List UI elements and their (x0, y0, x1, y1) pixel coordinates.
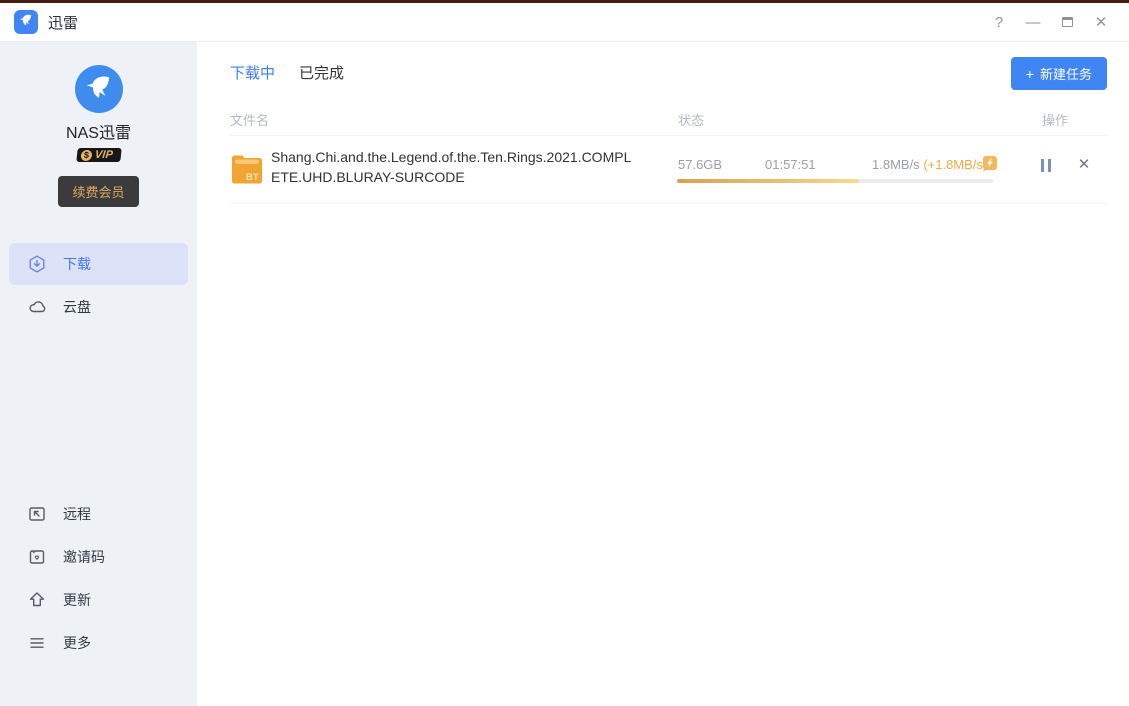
sidebar-item-label: 远程 (63, 504, 91, 524)
column-filename: 文件名 (230, 110, 269, 129)
progress-fill (677, 179, 859, 183)
sidebar-item-update[interactable]: 更新 (9, 579, 188, 621)
download-task-row[interactable]: BT Shang.Chi.and.the.Legend.of.the.Ten.R… (230, 136, 1107, 204)
vip-badge: $ VIP (76, 148, 121, 162)
task-size: 57.6GB (678, 157, 722, 172)
sidebar-item-label: 更多 (63, 633, 91, 653)
minimize-button[interactable]: — (1021, 10, 1045, 34)
close-button[interactable]: ✕ (1089, 10, 1113, 34)
xunlei-bird-icon (83, 71, 115, 108)
bt-folder-icon: BT (230, 152, 264, 193)
tab-downloading[interactable]: 下载中 (230, 62, 275, 83)
task-speed: 1.8MB/s (+1.8MB/s) (872, 157, 978, 172)
trial-boost-icon[interactable] (983, 156, 997, 170)
task-time-remaining: 01:57:51 (765, 157, 816, 172)
update-icon (28, 591, 46, 609)
invite-code-icon (28, 548, 46, 566)
brand-block: NAS迅雷 $ VIP 续费会员 (0, 42, 197, 207)
sidebar-item-label: 云盘 (63, 297, 91, 317)
sidebar-item-more[interactable]: 更多 (9, 622, 188, 664)
remove-task-button[interactable]: ✕ (1074, 154, 1094, 174)
sidebar-item-invite-code[interactable]: 邀请码 (9, 536, 188, 578)
window-controls: ? — ✕ (987, 10, 1129, 34)
sidebar: NAS迅雷 $ VIP 续费会员 下载 云盘 (0, 42, 197, 706)
renew-membership-button[interactable]: 续费会员 (58, 176, 138, 207)
vip-label: VIP (94, 149, 113, 161)
sidebar-item-remote[interactable]: 远程 (9, 493, 188, 535)
main-panel: 下载中 已完成 + 新建任务 文件名 状态 操作 BT Shang.Chi.an… (197, 42, 1129, 706)
brand-name: NAS迅雷 (0, 119, 197, 143)
cloud-icon (28, 298, 46, 316)
maximize-button[interactable] (1055, 10, 1079, 34)
sidebar-nav-bottom: 远程 邀请码 更新 更多 (0, 492, 197, 665)
svg-text:BT: BT (246, 172, 259, 183)
help-button[interactable]: ? (987, 10, 1011, 34)
brand-logo (75, 65, 123, 113)
tab-completed[interactable]: 已完成 (299, 62, 344, 83)
column-action: 操作 (1042, 110, 1068, 129)
sidebar-item-label: 下载 (63, 254, 91, 274)
plus-icon: + (1026, 67, 1034, 81)
column-status: 状态 (678, 110, 704, 129)
new-task-button[interactable]: + 新建任务 (1011, 57, 1107, 90)
titlebar: 迅雷 ? — ✕ (0, 3, 1129, 42)
sidebar-item-label: 更新 (63, 590, 91, 610)
download-icon (28, 255, 46, 273)
maximize-icon (1062, 17, 1073, 27)
new-task-label: 新建任务 (1040, 64, 1092, 83)
app-logo (14, 10, 38, 34)
sidebar-item-label: 邀请码 (63, 547, 105, 567)
task-boost-speed: (+1.8MB/s) (923, 157, 987, 172)
vip-coin-icon: $ (80, 150, 92, 161)
xunlei-bird-icon (18, 12, 34, 33)
tab-bar: 下载中 已完成 (230, 42, 1107, 83)
sidebar-nav-top: 下载 云盘 (0, 243, 197, 328)
progress-bar (677, 179, 993, 183)
task-filename: Shang.Chi.and.the.Legend.of.the.Ten.Ring… (271, 147, 637, 187)
table-header: 文件名 状态 操作 (230, 106, 1107, 136)
app-title: 迅雷 (48, 12, 78, 33)
sidebar-item-cloud-drive[interactable]: 云盘 (9, 286, 188, 328)
more-icon (28, 634, 46, 652)
sidebar-item-download[interactable]: 下载 (9, 243, 188, 285)
remote-icon (28, 505, 46, 523)
pause-button[interactable] (1036, 155, 1056, 175)
